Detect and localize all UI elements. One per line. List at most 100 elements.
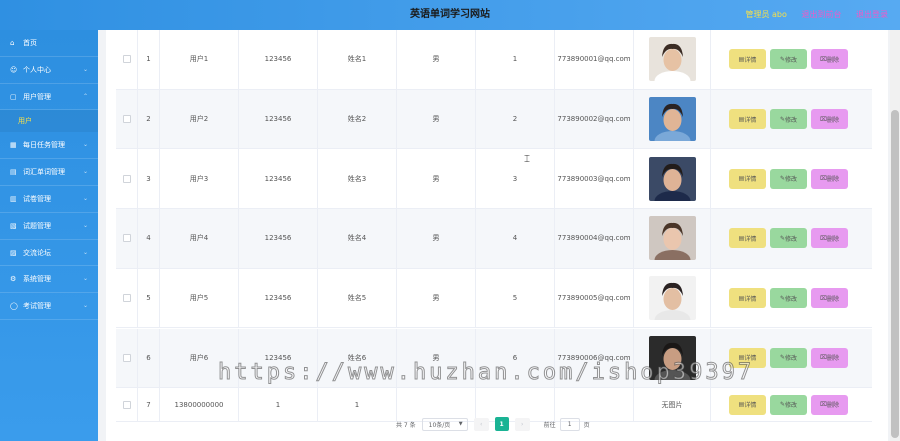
delete-button[interactable]: ⌧ 删除 bbox=[811, 168, 848, 189]
user-icon: ☺ bbox=[10, 65, 18, 74]
cell-photo bbox=[634, 30, 711, 89]
mouse-cursor-icon: ⌶ bbox=[524, 154, 530, 165]
back-to-front-link[interactable]: 退出到前台 bbox=[801, 10, 841, 19]
page-number-current[interactable]: 1 bbox=[494, 417, 509, 431]
chevron-down-icon: ⌄ bbox=[82, 302, 88, 310]
cell-actions: ▤ 详情 ✎ 修改 ⌧ 删除 bbox=[711, 30, 866, 89]
edit-button[interactable]: ✎ 修改 bbox=[770, 168, 807, 189]
sidebar-item-label: 系统管理 bbox=[23, 275, 51, 284]
delete-button[interactable]: ⌧ 删除 bbox=[811, 49, 848, 70]
cell-photo: 无图片 bbox=[634, 388, 711, 422]
cell-account: 13800000000 bbox=[160, 388, 239, 422]
row-checkbox[interactable] bbox=[116, 328, 138, 388]
sidebar-item-label: 试卷管理 bbox=[23, 194, 51, 203]
delete-button[interactable]: ⌧ 删除 bbox=[811, 228, 848, 249]
cell-age-text: 4 bbox=[512, 234, 518, 243]
logout-link[interactable]: 退出登录 bbox=[856, 10, 888, 19]
edit-button[interactable]: ✎ 修改 bbox=[770, 109, 807, 130]
cell-age-text: 1 bbox=[512, 55, 518, 64]
sidebar-item-daily-tasks[interactable]: ▦ 每日任务管理 ⌄ bbox=[0, 132, 98, 160]
cell-photo bbox=[634, 149, 711, 209]
cell-account-text: 13800000000 bbox=[174, 400, 224, 409]
row-checkbox[interactable] bbox=[116, 209, 138, 268]
cell-account-text: 用户6 bbox=[189, 353, 209, 362]
page-size-select[interactable]: 10条/页 ▼ bbox=[421, 417, 468, 431]
cell-gender-text: 男 bbox=[432, 55, 440, 64]
detail-button[interactable]: ▤ 详情 bbox=[729, 168, 766, 189]
detail-label: 详情 bbox=[744, 402, 757, 410]
cell-password-text: 123456 bbox=[264, 55, 292, 64]
detail-label: 详情 bbox=[744, 56, 757, 64]
checkbox[interactable] bbox=[122, 174, 131, 183]
sidebar-item-label: 用户管理 bbox=[23, 92, 51, 101]
cell-email: 773890005@qq.com bbox=[555, 268, 634, 328]
delete-label: 删除 bbox=[826, 116, 839, 124]
chevron-left-icon: ‹ bbox=[479, 420, 483, 428]
edit-label: 修改 bbox=[785, 176, 798, 184]
row-checkbox[interactable] bbox=[116, 89, 138, 149]
row-checkbox[interactable] bbox=[116, 268, 138, 328]
cell-gender: 男 bbox=[397, 268, 476, 328]
edit-button[interactable]: ✎ 修改 bbox=[770, 288, 807, 309]
checkbox[interactable] bbox=[122, 294, 131, 303]
sidebar-item-exams[interactable]: ◯ 考试管理 ⌄ bbox=[0, 293, 98, 320]
checkbox[interactable] bbox=[122, 400, 131, 409]
cell-name-text: 1 bbox=[354, 400, 360, 409]
sidebar-item-papers[interactable]: ▥ 试卷管理 ⌄ bbox=[0, 186, 98, 213]
sidebar-subitem-user[interactable]: 用户 bbox=[0, 110, 98, 133]
edit-button[interactable]: ✎ 修改 bbox=[770, 394, 807, 415]
exam-icon: ◯ bbox=[10, 302, 18, 311]
row-index: 7 bbox=[138, 388, 160, 422]
detail-button[interactable]: ▤ 详情 bbox=[729, 49, 766, 70]
sidebar-item-forum[interactable]: ▨ 交流论坛 ⌄ bbox=[0, 240, 98, 267]
sidebar-item-profile[interactable]: ☺ 个人中心 ⌄ bbox=[0, 57, 98, 84]
cell-password: 123456 bbox=[239, 149, 318, 209]
detail-button[interactable]: ▤ 详情 bbox=[729, 394, 766, 415]
cell-account: 用户5 bbox=[160, 268, 239, 328]
chevron-down-icon: ⌄ bbox=[82, 194, 88, 202]
sidebar-item-questions[interactable]: ▧ 试题管理 ⌄ bbox=[0, 213, 98, 240]
sidebar-item-vocabulary[interactable]: ▤ 词汇单词管理 ⌄ bbox=[0, 159, 98, 186]
checkbox[interactable] bbox=[122, 353, 131, 362]
row-checkbox[interactable] bbox=[116, 149, 138, 209]
cell-gender-text: 男 bbox=[432, 234, 440, 243]
sidebar-item-label: 个人中心 bbox=[23, 65, 51, 74]
delete-label: 删除 bbox=[826, 355, 839, 363]
cell-photo bbox=[634, 89, 711, 149]
cell-name: 姓名5 bbox=[318, 268, 397, 328]
delete-button[interactable]: ⌧ 删除 bbox=[811, 347, 848, 368]
edit-button[interactable]: ✎ 修改 bbox=[770, 49, 807, 70]
row-checkbox[interactable] bbox=[116, 388, 138, 422]
cell-actions: ▤ 详情 ✎ 修改 ⌧ 删除 bbox=[711, 388, 866, 421]
sidebar-item-users[interactable]: ▢ 用户管理 ⌃ bbox=[0, 84, 98, 111]
detail-button[interactable]: ▤ 详情 bbox=[729, 288, 766, 309]
row-checkbox[interactable] bbox=[116, 30, 138, 89]
page-scrollbar[interactable] bbox=[890, 30, 900, 441]
row-index-text: 4 bbox=[146, 234, 151, 243]
sidebar-item-home[interactable]: ⌂ 首页 bbox=[0, 30, 98, 57]
sidebar-item-label: 每日任务管理 bbox=[23, 141, 65, 150]
scrollbar-thumb[interactable] bbox=[891, 110, 899, 438]
cell-password-text: 123456 bbox=[264, 234, 292, 243]
edit-label: 修改 bbox=[785, 116, 798, 124]
prev-page-button[interactable]: ‹ bbox=[473, 417, 489, 431]
checkbox[interactable] bbox=[122, 115, 131, 124]
checkbox[interactable] bbox=[122, 234, 131, 243]
detail-button[interactable]: ▤ 详情 bbox=[729, 228, 766, 249]
detail-label: 详情 bbox=[744, 116, 757, 124]
row-index: 1 bbox=[138, 30, 160, 89]
cell-name-text: 姓名3 bbox=[347, 174, 367, 183]
edit-button[interactable]: ✎ 修改 bbox=[770, 347, 807, 368]
detail-button[interactable]: ▤ 详情 bbox=[729, 109, 766, 130]
next-page-button[interactable]: › bbox=[514, 417, 530, 431]
delete-button[interactable]: ⌧ 删除 bbox=[811, 394, 848, 415]
row-index-text: 1 bbox=[146, 55, 151, 64]
goto-page-input[interactable]: 1 bbox=[559, 417, 580, 431]
sidebar-item-system[interactable]: ⚙ 系统管理 ⌄ bbox=[0, 266, 98, 294]
edit-button[interactable]: ✎ 修改 bbox=[770, 228, 807, 249]
book-icon: ▤ bbox=[10, 168, 17, 177]
calendar-icon: ▦ bbox=[10, 141, 17, 150]
delete-button[interactable]: ⌧ 删除 bbox=[811, 288, 848, 309]
delete-button[interactable]: ⌧ 删除 bbox=[811, 109, 848, 130]
checkbox[interactable] bbox=[122, 55, 131, 64]
